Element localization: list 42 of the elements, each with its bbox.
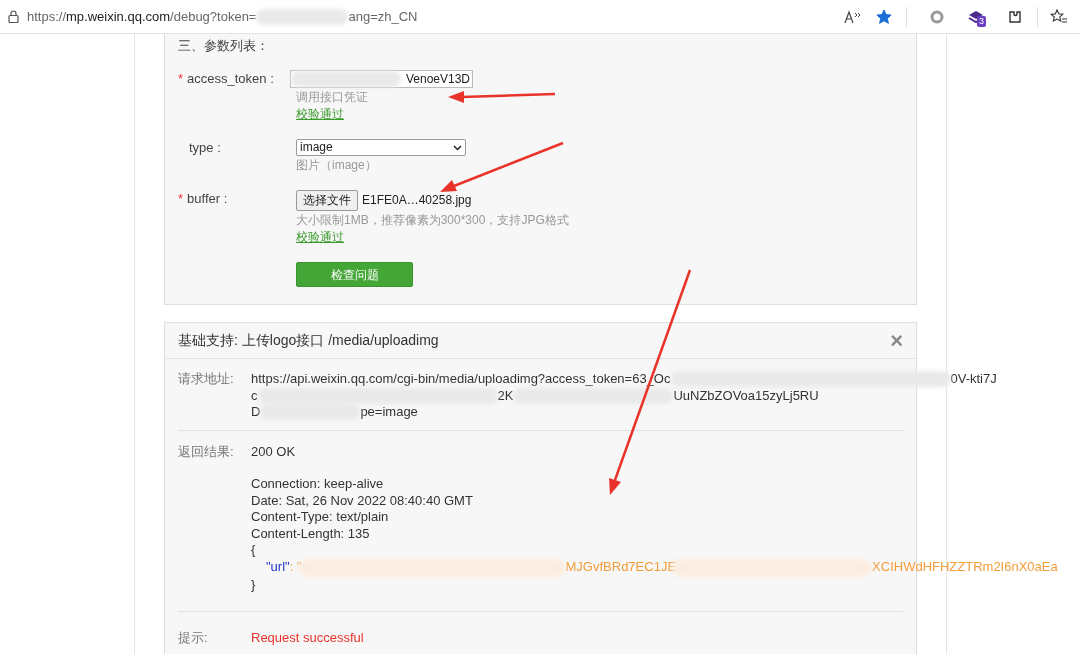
favorites-icon[interactable] xyxy=(1050,8,1068,25)
panel-title: 基础支持: 上传logo接口 /media/uploadimg xyxy=(178,331,439,350)
status-text: 200 OK xyxy=(251,443,296,460)
json-separator: : " xyxy=(289,559,302,576)
request-url: c 2K UuNZbZOVoa15zyLj5RU xyxy=(251,387,820,404)
request-url: D pe=image xyxy=(251,404,419,421)
json-brace: { xyxy=(251,542,256,559)
extension-badge: 3 xyxy=(977,15,986,27)
field-label: 返回结果: xyxy=(178,443,235,461)
field-label: 请求地址: xyxy=(178,371,235,388)
file-name: E1FE0A…40258.jpg xyxy=(362,192,472,209)
section-title: 三、参数列表： xyxy=(178,37,270,55)
validation-message: 校验通过 xyxy=(296,106,345,123)
json-brace: } xyxy=(251,576,256,593)
required-mark: * xyxy=(178,190,184,208)
json-value: MJGvfBRd7EC1JE xyxy=(565,559,677,576)
choose-file-button[interactable]: 选择文件 xyxy=(296,190,358,211)
response-header: Content-Type: text/plain xyxy=(251,509,390,526)
field-hint: 图片（image） xyxy=(296,157,378,174)
url-field[interactable]: https://mp.weixin.qq.com/debug?token= ang=zh_CN xyxy=(27,6,418,27)
required-mark: * xyxy=(178,70,184,88)
field-label: access_token : xyxy=(187,70,274,88)
favorite-star-icon[interactable] xyxy=(876,8,892,25)
type-dropdown[interactable]: image xyxy=(296,139,466,156)
response-header: Date: Sat, 26 Nov 2022 08:40:40 GMT xyxy=(251,492,474,509)
field-label: 提示: xyxy=(178,629,209,647)
response-header: Content-Length: 135 xyxy=(251,525,371,542)
field-hint: 大小限制1MB，推荐像素为300*300，支持JPG格式 xyxy=(296,212,569,229)
circle-icon[interactable] xyxy=(929,8,945,25)
success-message: Request successful xyxy=(251,629,364,647)
field-hint: 调用接口凭证 xyxy=(296,89,369,106)
read-aloud-icon[interactable] xyxy=(844,9,862,24)
field-label: type : xyxy=(189,139,221,157)
lock-icon xyxy=(8,10,19,23)
validation-message: 校验通过 xyxy=(296,229,345,246)
json-value: XCIHWdHFHZZTRm2I6nX0aEa xyxy=(872,559,1058,576)
input-field[interactable]: VenoeV13D xyxy=(290,70,473,88)
json-key: "url" xyxy=(266,559,290,576)
chevron-down-icon xyxy=(453,144,462,151)
response-header: Connection: keep-alive xyxy=(251,476,385,493)
extensions-icon[interactable] xyxy=(1007,8,1023,25)
field-label: buffer : xyxy=(187,190,228,208)
